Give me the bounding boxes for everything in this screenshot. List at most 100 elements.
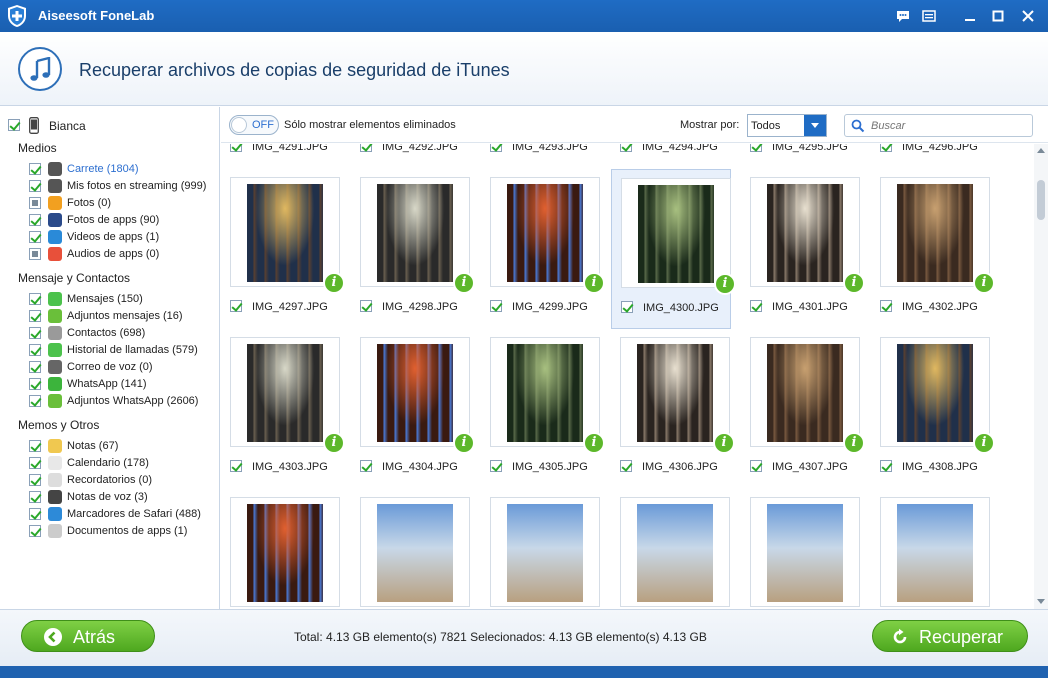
sidebar-item[interactable]: Notas (67) (0, 438, 220, 455)
photo-thumbnail-frame[interactable]: i (490, 337, 605, 454)
photo-checkbox[interactable] (230, 144, 242, 152)
sidebar-item[interactable]: Historial de llamadas (579) (0, 342, 220, 359)
photo-thumbnail-frame[interactable] (360, 497, 470, 607)
photo-cell[interactable]: iIMG_4296.JPG (871, 144, 991, 169)
photo-checkbox[interactable] (490, 144, 502, 152)
sidebar-item[interactable]: Notas de voz (3) (0, 489, 220, 506)
photo-thumbnail-frame[interactable] (490, 497, 600, 607)
sidebar-item[interactable]: Correo de voz (0) (0, 359, 220, 376)
photo-checkbox[interactable] (230, 460, 242, 472)
device-checkbox[interactable] (8, 119, 20, 131)
photo-cell[interactable]: i IMG_4308.JPG (871, 329, 995, 489)
show-by-select[interactable]: Todos (747, 114, 827, 137)
photo-cell[interactable] (221, 489, 341, 609)
sidebar-item[interactable]: Documentos de apps (1) (0, 523, 220, 540)
info-icon[interactable]: i (973, 432, 995, 454)
photo-checkbox[interactable] (880, 144, 892, 152)
info-icon[interactable]: i (843, 272, 865, 294)
sidebar-item-checkbox[interactable] (29, 508, 41, 520)
sidebar-item-checkbox[interactable] (29, 361, 41, 373)
sidebar-item-checkbox[interactable] (29, 293, 41, 305)
photo-cell[interactable]: i IMG_4306.JPG (611, 329, 735, 489)
photo-checkbox[interactable] (230, 300, 242, 312)
maximize-icon[interactable] (990, 8, 1006, 24)
photo-cell[interactable] (611, 489, 731, 609)
info-icon[interactable]: i (973, 272, 995, 294)
sidebar-item-checkbox[interactable] (29, 214, 41, 226)
photo-checkbox[interactable] (621, 301, 633, 313)
sidebar-item-checkbox[interactable] (29, 163, 41, 175)
dropdown-button[interactable] (804, 115, 826, 136)
info-icon[interactable]: i (713, 432, 735, 454)
info-icon[interactable]: i (453, 272, 475, 294)
photo-cell[interactable] (481, 489, 601, 609)
photo-thumbnail-frame[interactable]: i (360, 337, 475, 454)
photo-cell[interactable]: i IMG_4305.JPG (481, 329, 605, 489)
info-icon[interactable]: i (583, 432, 605, 454)
photo-cell[interactable]: i IMG_4300.JPG (611, 169, 736, 329)
photo-thumbnail-frame[interactable]: i (360, 177, 475, 294)
photo-cell[interactable]: iIMG_4295.JPG (741, 144, 861, 169)
sidebar-item[interactable]: Carrete (1804) (0, 161, 220, 178)
photo-thumbnail-frame[interactable]: i (621, 178, 736, 295)
photo-thumbnail-frame[interactable]: i (230, 177, 345, 294)
photo-thumbnail-frame[interactable]: i (620, 337, 735, 454)
sidebar-item-checkbox[interactable] (29, 231, 41, 243)
photo-cell[interactable] (741, 489, 861, 609)
photo-thumbnail-frame[interactable]: i (490, 177, 605, 294)
search-box[interactable] (844, 114, 1033, 137)
photo-checkbox[interactable] (750, 460, 762, 472)
sidebar-item-checkbox[interactable] (29, 474, 41, 486)
photo-thumbnail-frame[interactable]: i (750, 177, 865, 294)
sidebar-item-checkbox[interactable] (29, 310, 41, 322)
sidebar-item[interactable]: Videos de apps (1) (0, 229, 220, 246)
photo-checkbox[interactable] (490, 300, 502, 312)
photo-cell[interactable] (351, 489, 471, 609)
photo-thumbnail-frame[interactable]: i (880, 177, 995, 294)
photo-checkbox[interactable] (360, 300, 372, 312)
photo-thumbnail-frame[interactable]: i (880, 337, 995, 454)
photo-cell[interactable]: i IMG_4299.JPG (481, 169, 605, 329)
sidebar-item[interactable]: Mis fotos en streaming (999) (0, 178, 220, 195)
sidebar-item-checkbox[interactable] (29, 440, 41, 452)
back-button[interactable]: Atrás (21, 620, 155, 652)
info-icon[interactable]: i (843, 432, 865, 454)
photo-cell[interactable]: iIMG_4291.JPG (221, 144, 341, 169)
menu-icon[interactable] (921, 8, 937, 24)
photo-cell[interactable]: i IMG_4307.JPG (741, 329, 865, 489)
sidebar-item-checkbox[interactable] (29, 197, 41, 209)
sidebar-item-checkbox[interactable] (29, 248, 41, 260)
feedback-icon[interactable] (895, 8, 911, 24)
photo-cell[interactable]: i IMG_4304.JPG (351, 329, 475, 489)
photo-cell[interactable] (871, 489, 991, 609)
photo-thumbnail-frame[interactable] (620, 497, 730, 607)
search-input[interactable] (871, 118, 1026, 133)
sidebar-item[interactable]: Mensajes (150) (0, 291, 220, 308)
photo-cell[interactable]: i IMG_4303.JPG (221, 329, 345, 489)
sidebar-item-checkbox[interactable] (29, 491, 41, 503)
sidebar-item[interactable]: Fotos de apps (90) (0, 212, 220, 229)
info-icon[interactable]: i (714, 273, 736, 295)
photo-checkbox[interactable] (360, 144, 372, 152)
grid-scrollbar[interactable] (1034, 144, 1048, 609)
scroll-up-icon[interactable] (1037, 148, 1045, 153)
sidebar-item-checkbox[interactable] (29, 395, 41, 407)
sidebar-item-checkbox[interactable] (29, 378, 41, 390)
recover-button[interactable]: Recuperar (872, 620, 1028, 652)
sidebar-item[interactable]: Adjuntos mensajes (16) (0, 308, 220, 325)
scroll-down-icon[interactable] (1037, 599, 1045, 604)
info-icon[interactable]: i (323, 432, 345, 454)
sidebar-item[interactable]: Marcadores de Safari (488) (0, 506, 220, 523)
photo-checkbox[interactable] (750, 300, 762, 312)
sidebar-item[interactable]: Recordatorios (0) (0, 472, 220, 489)
sidebar-item-checkbox[interactable] (29, 180, 41, 192)
photo-cell[interactable]: iIMG_4293.JPG (481, 144, 601, 169)
info-icon[interactable]: i (583, 272, 605, 294)
photo-cell[interactable]: iIMG_4294.JPG (611, 144, 731, 169)
photo-cell[interactable]: i IMG_4298.JPG (351, 169, 475, 329)
scroll-thumb[interactable] (1037, 180, 1045, 220)
photo-checkbox[interactable] (750, 144, 762, 152)
sidebar-item-checkbox[interactable] (29, 344, 41, 356)
info-icon[interactable]: i (453, 432, 475, 454)
photo-thumbnail-frame[interactable] (230, 497, 340, 607)
